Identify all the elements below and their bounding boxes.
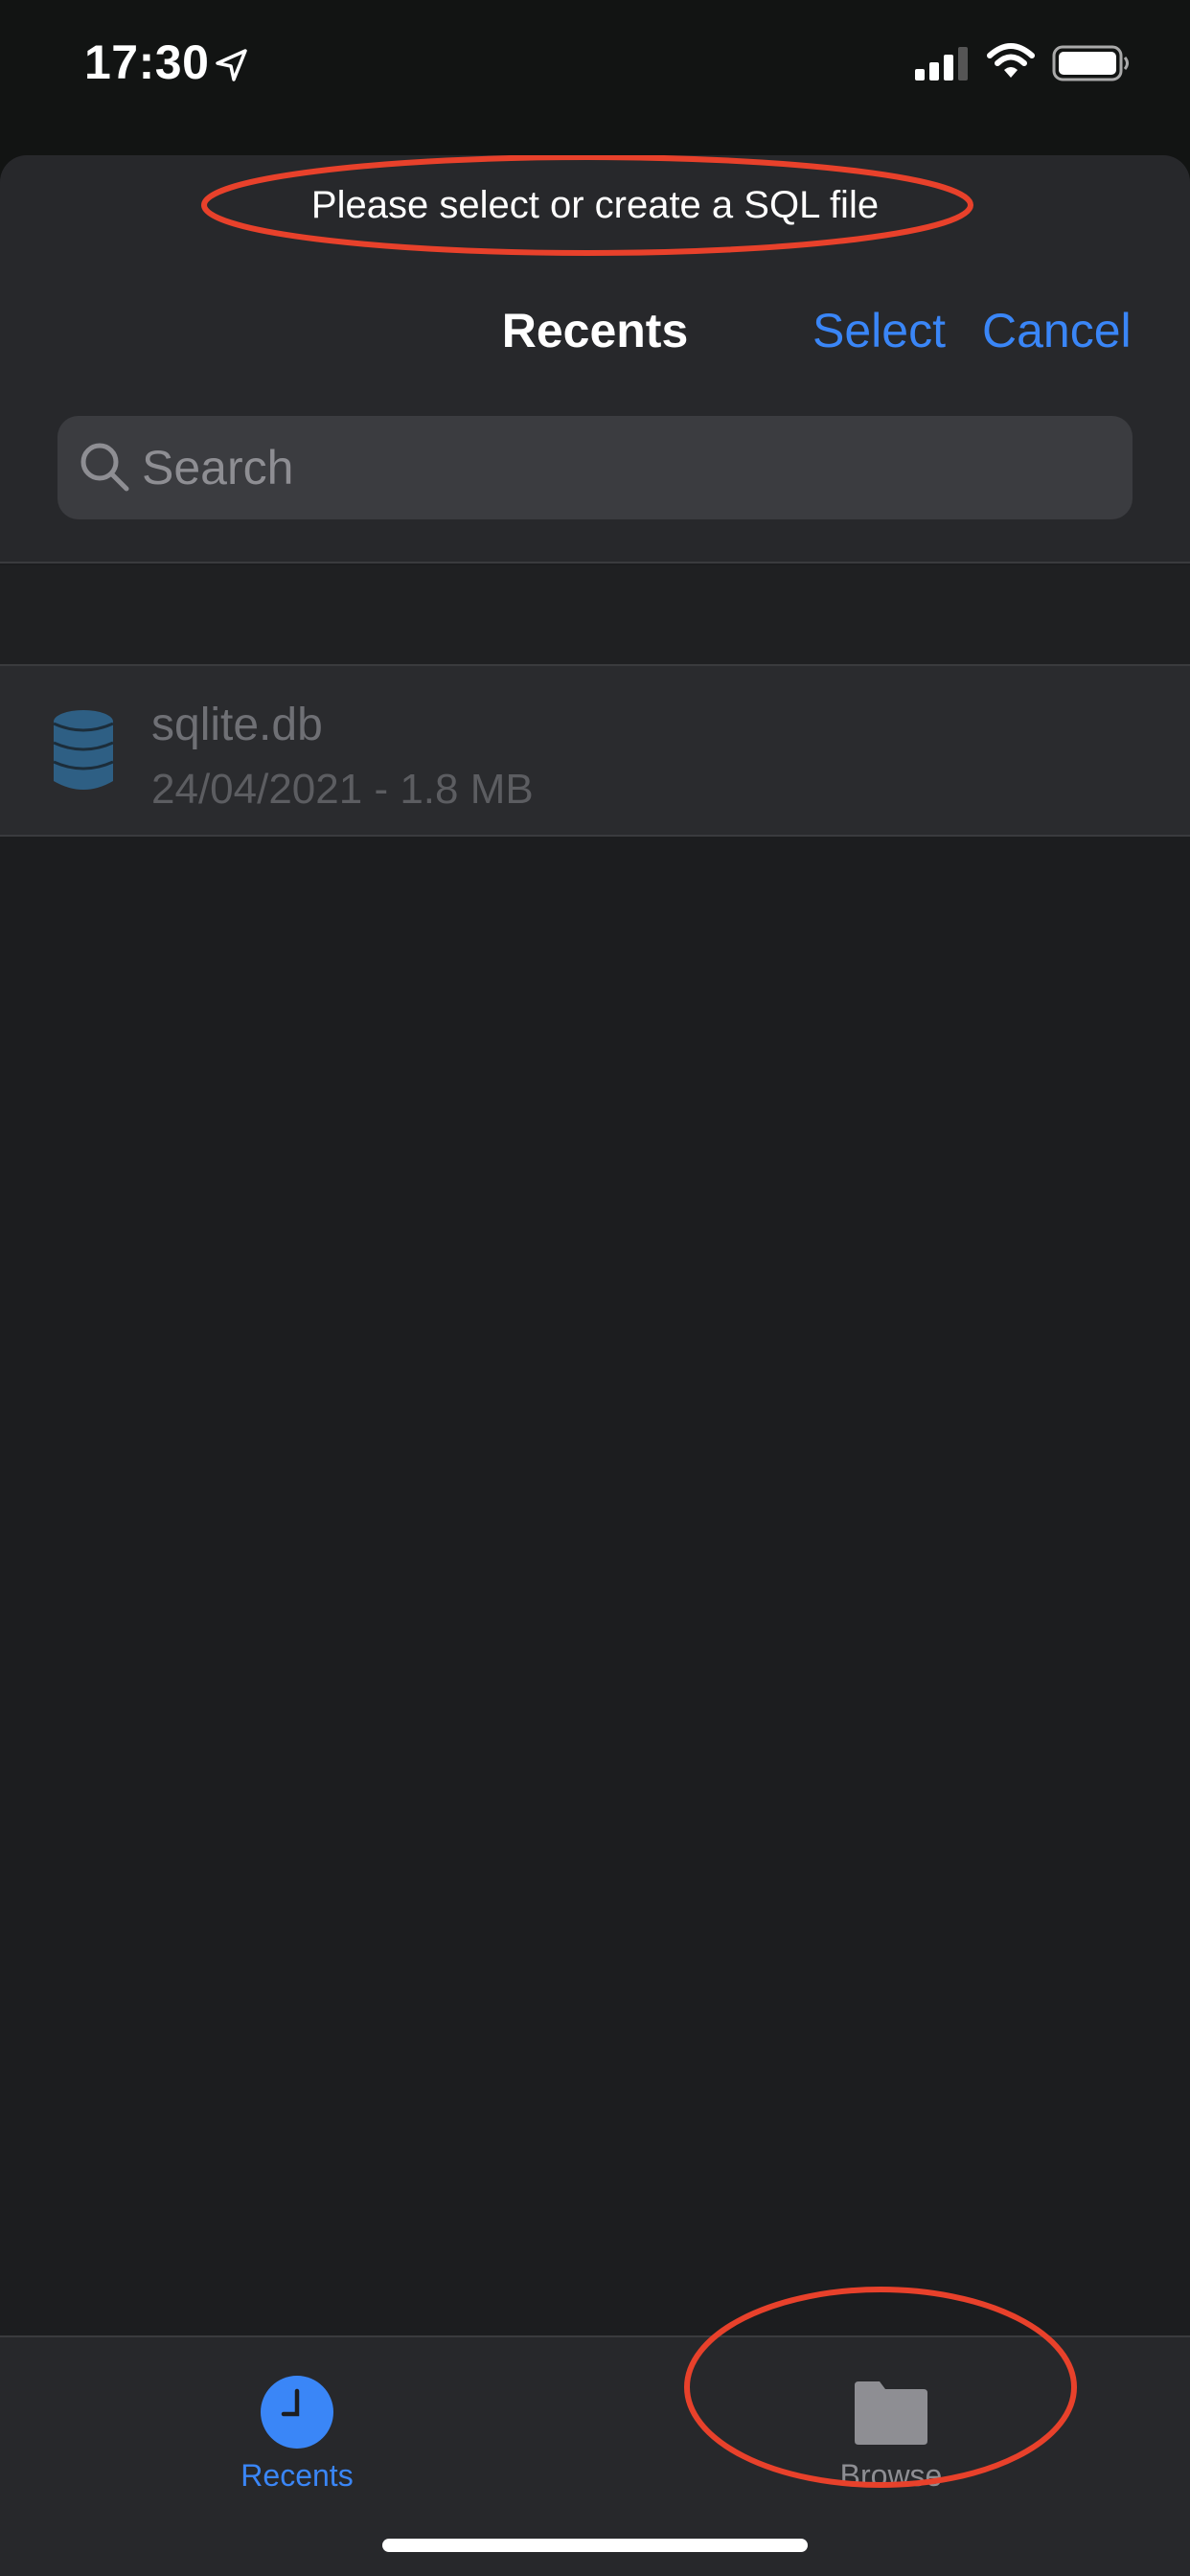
search-input[interactable] (142, 416, 1110, 519)
file-row[interactable]: sqlite.db 24/04/2021 - 1.8 MB (0, 664, 1190, 837)
wifi-icon (987, 43, 1035, 78)
battery-icon (1052, 45, 1129, 81)
database-icon (53, 710, 114, 790)
annotation-ellipse (684, 2287, 1077, 2488)
select-button[interactable]: Select (812, 303, 946, 358)
home-indicator (382, 2539, 808, 2552)
tab-label: Recents (240, 2458, 354, 2493)
sheet-header: Please select or create a SQL file Recen… (0, 155, 1190, 564)
section-spacer (0, 565, 1190, 664)
status-time: 17:30 (84, 35, 210, 89)
cancel-button[interactable]: Cancel (982, 303, 1132, 358)
file-picker-sheet: Please select or create a SQL file Recen… (0, 155, 1190, 2576)
annotation-ellipse (201, 155, 973, 256)
clock-icon (261, 2376, 333, 2449)
file-name: sqlite.db (151, 700, 323, 750)
location-arrow-icon (216, 49, 247, 81)
status-bar: 17:30 (0, 0, 1190, 144)
search-icon (80, 443, 129, 492)
cellular-signal-icon (915, 47, 968, 80)
file-meta: 24/04/2021 - 1.8 MB (151, 766, 534, 813)
search-bar[interactable] (57, 416, 1133, 519)
tab-recents[interactable]: Recents (153, 2357, 441, 2500)
